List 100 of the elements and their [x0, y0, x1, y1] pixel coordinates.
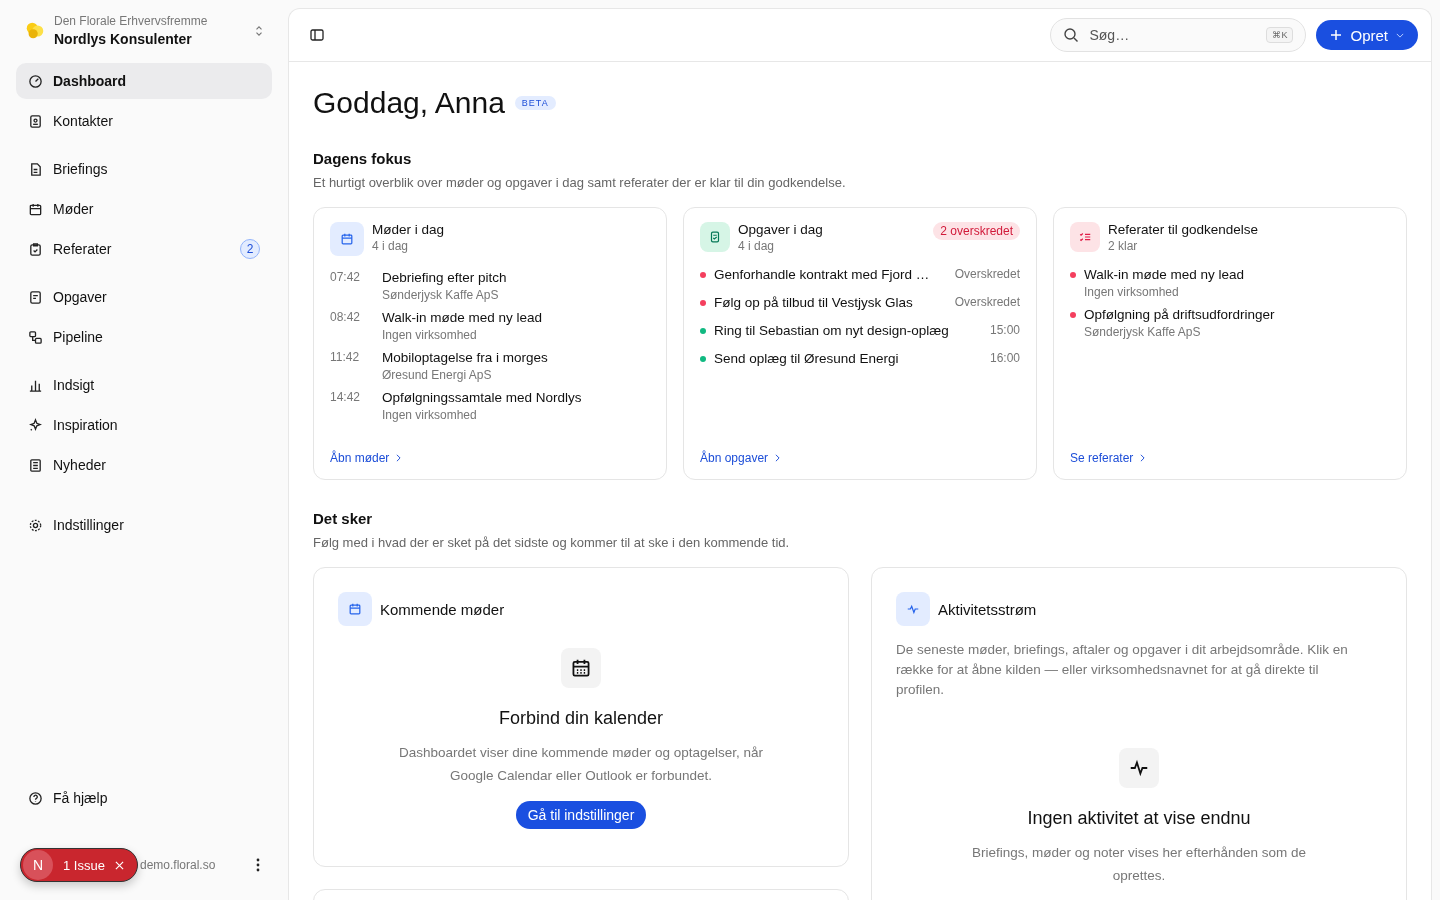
nav-item[interactable]: Briefings: [16, 151, 272, 187]
task-due: 15:00: [989, 323, 1020, 337]
company-name: Ingen virksomhed: [1084, 285, 1180, 299]
search-field[interactable]: Søg… ⌘K: [1050, 18, 1307, 52]
minutes-title: Walk-in møde med ny lead: [1084, 267, 1245, 282]
meeting-item[interactable]: 07:42 Debriefing efter pitch Sønderjysk Kaffe ApS: [330, 270, 650, 302]
section-subtitle: Følg med i hvad der er sket på det sidste og kommer til at ske i den kommende tid.: [313, 535, 791, 550]
section-title: Det sker: [313, 510, 374, 527]
card-title: Møder i dag: [372, 222, 446, 237]
card-link[interactable]: Se referater: [1070, 451, 1146, 465]
meeting-title: Opfølgningssamtale med Nordlys: [382, 390, 582, 405]
gear-icon: [28, 517, 43, 533]
cal-icon: [28, 201, 43, 217]
plus-icon: [1330, 29, 1343, 41]
overdue-badge: 2 overskredet: [933, 222, 1020, 240]
chevron-right-icon: [396, 454, 402, 462]
nav-item[interactable]: Indsigt: [16, 367, 272, 403]
card-description: De seneste møder, briefings, aftaler og opgaver i dit arbejdsområde. Klik en række for at åbne kilden — eller virksomhedsnavnet for at gå direkte til profilen.: [896, 641, 1349, 699]
shortcut-hint: ⌘K: [1266, 27, 1294, 43]
issue-badge[interactable]: N 1 Issue: [20, 848, 138, 882]
beta-badge: BETA: [514, 96, 556, 110]
nav-item[interactable]: Opgaver: [16, 279, 272, 315]
card-title: Aktivitetsstrøm: [938, 600, 1037, 618]
help-link[interactable]: Få hjælp: [16, 780, 272, 816]
nav-item[interactable]: Indstillinger: [16, 507, 272, 543]
greeting-title: Goddag, Anna: [313, 86, 505, 120]
help-icon: [28, 790, 43, 806]
task-title: Følg op på tilbud til Vestjysk Glas: [714, 295, 914, 310]
company-name: Øresund Energi ApS: [382, 368, 493, 382]
more-options-icon[interactable]: [256, 858, 260, 872]
task-due: Overskredet: [954, 267, 1020, 281]
calendar-icon: [338, 592, 372, 626]
task-due: 16:00: [989, 351, 1020, 365]
nav-item[interactable]: Nyheder: [16, 447, 272, 483]
meeting-item[interactable]: 08:42 Walk-in møde med ny lead Ingen virksomhed: [330, 310, 650, 342]
workspace-name: Nordlys Konsulenter: [54, 31, 193, 47]
empty-state-text: Dashboardet viser dine kommende møder og optagelser, når Google Calendar eller Outlook er forbundet.: [398, 744, 764, 785]
minutes-title: Opfølgning på driftsudfordringer: [1084, 307, 1275, 322]
nav-item[interactable]: Kontakter: [16, 103, 272, 139]
card-title: Kommende møder: [380, 600, 505, 618]
meeting-time: 14:42: [330, 390, 362, 406]
clip-icon: [28, 241, 43, 257]
section-subtitle: Et hurtigt overblik over møder og opgaver i dag samt referater der er klar til din godkendelse.: [313, 175, 847, 190]
task-item[interactable]: Genforhandle kontrakt med Fjord … Overskredet: [700, 267, 1020, 287]
card-count: 2 klar: [1108, 239, 1139, 253]
minutes-item[interactable]: Walk-in møde med ny lead Ingen virksomhed: [1070, 267, 1390, 299]
nav-item[interactable]: Referater 2: [16, 231, 272, 267]
company-name: Ingen virksomhed: [382, 408, 478, 422]
count-badge: 2: [240, 239, 260, 259]
empty-state-title: Forbind din kalender: [498, 708, 664, 729]
nav-item[interactable]: Inspiration: [16, 407, 272, 443]
checklist-icon: [1070, 222, 1100, 252]
close-icon[interactable]: [114, 860, 124, 870]
task-title: Genforhandle kontrakt med Fjord …: [714, 267, 931, 282]
minutes-item[interactable]: Opfølgning på driftsudfordringer Sønderjysk Kaffe ApS: [1070, 307, 1390, 339]
task-title: Ring til Sebastian om nyt design-oplæg: [714, 323, 950, 338]
card-link[interactable]: Åbn møder: [330, 451, 402, 465]
calendar-icon: [330, 222, 364, 256]
meeting-title: Debriefing efter pitch: [382, 270, 507, 285]
company-name: Sønderjysk Kaffe ApS: [1084, 325, 1202, 339]
task-title: Send oplæg til Øresund Energi: [714, 351, 900, 366]
card-link[interactable]: Åbn opgaver: [700, 451, 781, 465]
task-item[interactable]: Ring til Sebastian om nyt design-oplæg 15:00: [700, 323, 1020, 343]
chevron-right-icon: [1140, 454, 1146, 462]
user-email: demo.floral.so: [140, 858, 216, 872]
meeting-time: 11:42: [330, 350, 361, 366]
calendar-icon: [561, 648, 601, 688]
card-title: Referater til godkendelse: [1108, 222, 1260, 237]
organization-name: Den Florale Erhvervsfremme: [54, 14, 209, 28]
chevron-up-down-icon[interactable]: [254, 23, 264, 38]
search-icon: [1063, 27, 1080, 43]
pulse-icon: [896, 592, 930, 626]
empty-state-text: Briefings, møder og noter vises her efterhånden som de oprettes.: [971, 844, 1307, 885]
search-input[interactable]: Søg…: [1087, 26, 1259, 44]
spark-icon: [28, 417, 43, 433]
meeting-time: 08:42: [330, 310, 362, 326]
meeting-item[interactable]: 14:42 Opfølgningssamtale med Nordlys Ingen virksomhed: [330, 390, 650, 422]
news-icon: [28, 457, 43, 473]
task-icon: [700, 222, 730, 252]
doc-icon: [28, 161, 43, 177]
gauge-icon: [28, 73, 43, 89]
company-name: Sønderjysk Kaffe ApS: [382, 288, 500, 302]
nav-item[interactable]: Møder: [16, 191, 272, 227]
settings-button[interactable]: Gå til indstillinger: [515, 801, 647, 829]
sidebar-toggle-icon[interactable]: [309, 27, 325, 43]
card-count: 4 i dag: [372, 239, 410, 253]
meeting-title: Walk-in møde med ny lead: [382, 310, 543, 325]
task-item[interactable]: Følg op på tilbud til Vestjysk Glas Overskredet: [700, 295, 1020, 315]
todo-icon: [28, 289, 43, 305]
nav-item[interactable]: Pipeline: [16, 319, 272, 355]
chevron-down-icon: [1396, 32, 1404, 38]
task-item[interactable]: Send oplæg til Øresund Energi 16:00: [700, 351, 1020, 371]
nav-item[interactable]: Dashboard: [16, 63, 272, 99]
company-name: Ingen virksomhed: [382, 328, 478, 342]
create-button[interactable]: Opret: [1316, 20, 1418, 50]
meeting-time: 07:42: [330, 270, 362, 286]
meeting-title: Mobiloptagelse fra i morges: [382, 350, 548, 365]
card-title: Opgaver i dag: [738, 222, 824, 237]
chevron-right-icon: [775, 454, 781, 462]
meeting-item[interactable]: 11:42 Mobiloptagelse fra i morges Øresund Energi ApS: [330, 350, 650, 382]
